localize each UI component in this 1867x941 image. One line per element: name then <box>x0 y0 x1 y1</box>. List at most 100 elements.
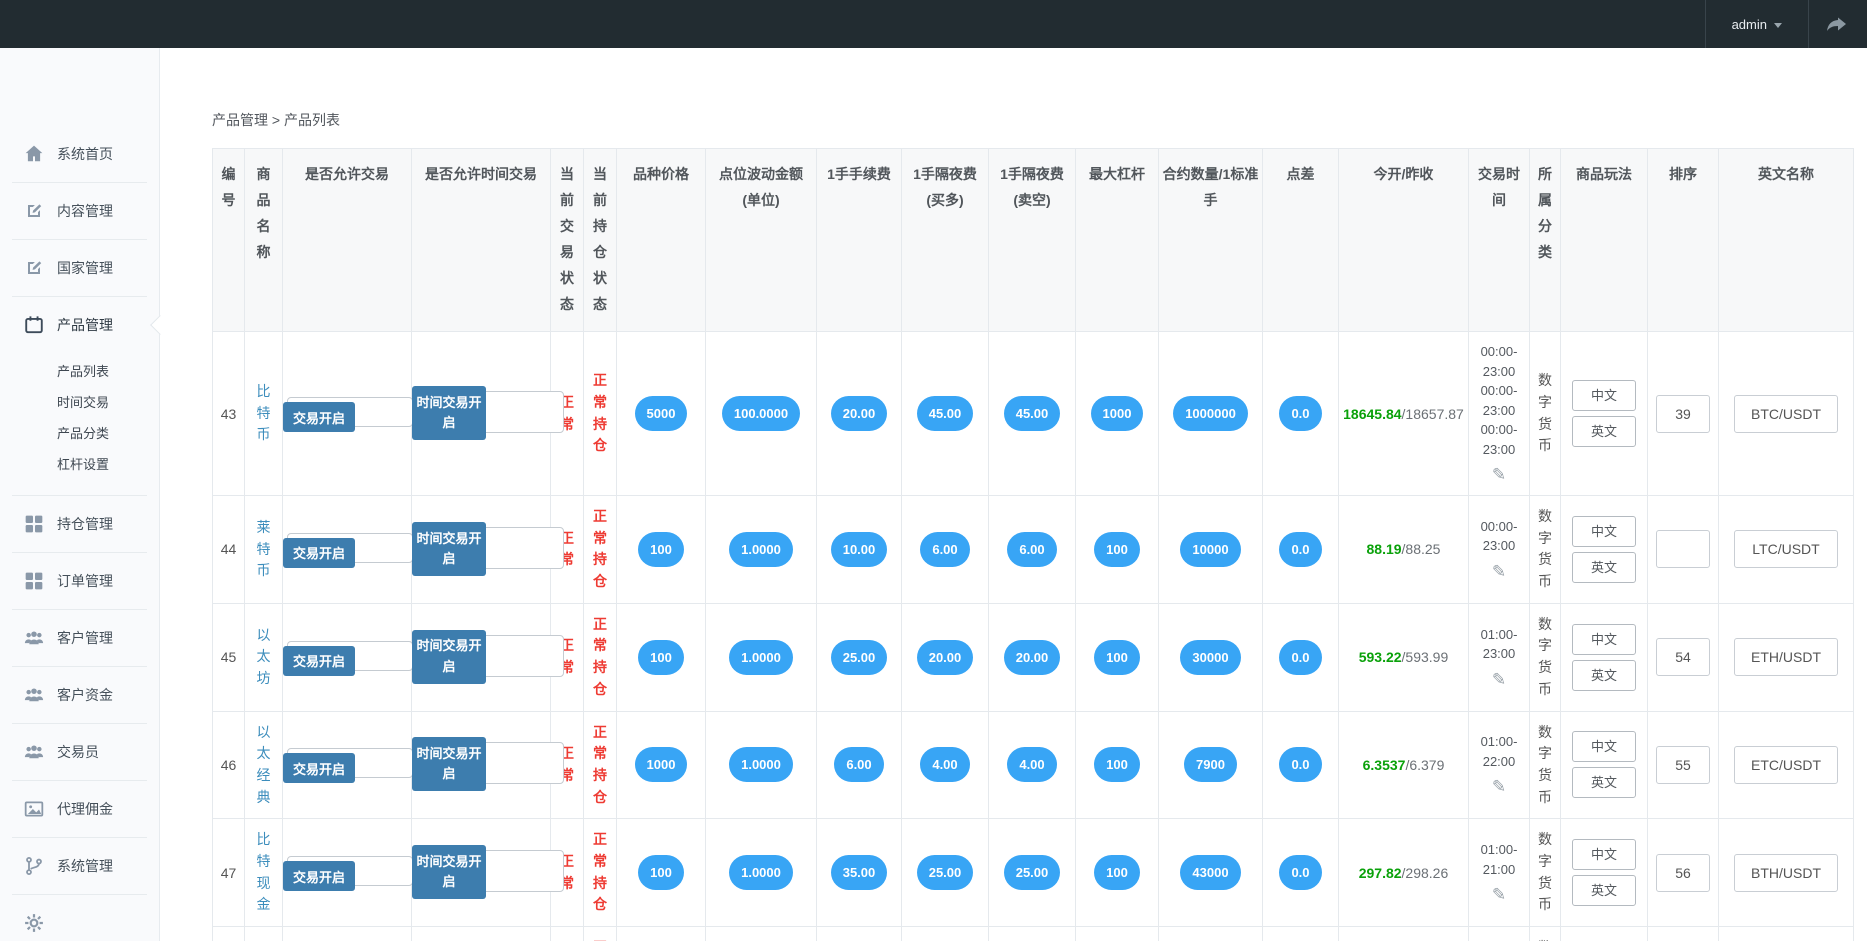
time-trade-toggle[interactable]: 时间交易开启 <box>416 850 564 892</box>
play-zh-button[interactable]: 中文 <box>1572 839 1636 870</box>
sort-input[interactable] <box>1656 638 1710 676</box>
sidebar-item-label: 代理佣金 <box>57 799 113 819</box>
en-name-input[interactable] <box>1734 395 1838 433</box>
sort-input[interactable] <box>1656 395 1710 433</box>
play-en-button[interactable]: 英文 <box>1572 416 1636 447</box>
cell-hold-status: 正常持仓 <box>584 927 617 941</box>
cell-trade-time: 01:00-22:00 ✎ <box>1469 711 1530 819</box>
cell-price: 1000 <box>617 927 706 941</box>
trade-toggle-label[interactable]: 交易开启 <box>283 402 355 432</box>
max-leverage-pill: 1000 <box>1091 396 1144 431</box>
cell-id: 44 <box>213 496 245 604</box>
product-name-link[interactable]: 比特现金 <box>256 829 271 916</box>
edit-time-icon[interactable]: ✎ <box>1473 562 1525 582</box>
cell-night-sell: 45.00 <box>989 332 1076 496</box>
edit-icon <box>24 201 44 221</box>
col-fee: 1手手续费 <box>817 149 902 332</box>
play-en-button[interactable]: 英文 <box>1572 767 1636 798</box>
sidebar-subitem-product-category[interactable]: 产品分类 <box>57 417 159 448</box>
time-trade-toggle[interactable]: 时间交易开启 <box>416 742 564 784</box>
cell-category: 数字货币 <box>1530 819 1561 927</box>
sidebar-item-customer-funds[interactable]: 客户资金 <box>0 667 159 723</box>
sort-input[interactable] <box>1656 854 1710 892</box>
cell-point: 1.0000 <box>706 819 817 927</box>
cell-price: 100 <box>617 603 706 711</box>
col-max-leverage: 最大杠杆 <box>1076 149 1159 332</box>
sidebar-subitem-time-trade[interactable]: 时间交易 <box>57 386 159 417</box>
en-name-input[interactable] <box>1734 854 1838 892</box>
edit-time-icon[interactable]: ✎ <box>1473 777 1525 797</box>
sidebar-item-label: 系统首页 <box>57 144 113 164</box>
time-trade-toggle-label[interactable]: 时间交易开启 <box>412 737 486 791</box>
trade-toggle-label[interactable]: 交易开启 <box>283 861 355 891</box>
logout-button[interactable] <box>1809 0 1867 48</box>
sidebar-item-system[interactable]: 系统管理 <box>0 838 159 894</box>
sidebar-item-orders[interactable]: 订单管理 <box>0 553 159 609</box>
time-trade-toggle[interactable]: 时间交易开启 <box>416 527 564 569</box>
time-trade-toggle-label[interactable]: 时间交易开启 <box>412 845 486 899</box>
en-name-input[interactable] <box>1734 746 1838 784</box>
spread-pill: 0.0 <box>1279 747 1321 782</box>
trade-toggle[interactable]: 交易开启 <box>287 856 413 886</box>
time-trade-toggle[interactable]: 时间交易开启 <box>416 391 564 433</box>
sidebar-item-traders[interactable]: 交易员 <box>0 724 159 780</box>
sidebar-item-customers[interactable]: 客户管理 <box>0 610 159 666</box>
trade-toggle-label[interactable]: 交易开启 <box>283 753 355 783</box>
cell-trade-toggle: 交易开启 <box>283 711 412 819</box>
cell-night-buy: 25.00 <box>902 819 989 927</box>
fee-pill: 10.00 <box>831 532 888 567</box>
time-trade-toggle-label[interactable]: 时间交易开启 <box>412 386 486 440</box>
en-name-input[interactable] <box>1734 530 1838 568</box>
cell-open-prev: 6.3537/6.379 <box>1339 711 1469 819</box>
trade-toggle-label[interactable]: 交易开启 <box>283 646 355 676</box>
cell-price: 100 <box>617 819 706 927</box>
cell-en-name <box>1719 332 1854 496</box>
en-name-input[interactable] <box>1734 638 1838 676</box>
user-menu[interactable]: admin <box>1705 0 1809 48</box>
time-trade-toggle-label[interactable]: 时间交易开启 <box>412 630 486 684</box>
product-name-link[interactable]: 以太经典 <box>256 722 271 809</box>
hold-status: 正常持仓 <box>593 614 608 701</box>
trade-toggle-label[interactable]: 交易开启 <box>283 538 355 568</box>
sidebar-subitem-leverage[interactable]: 杠杆设置 <box>57 448 159 479</box>
edit-time-icon[interactable]: ✎ <box>1473 885 1525 905</box>
trade-toggle[interactable]: 交易开启 <box>287 533 413 563</box>
play-en-button[interactable]: 英文 <box>1572 552 1636 583</box>
cell-night-buy: 45.00 <box>902 332 989 496</box>
col-price: 品种价格 <box>617 149 706 332</box>
category: 数字货币 <box>1538 722 1553 809</box>
trade-toggle[interactable]: 交易开启 <box>287 641 413 671</box>
sidebar-item-products[interactable]: 产品管理 <box>0 297 159 353</box>
trade-toggle[interactable]: 交易开启 <box>287 397 413 427</box>
col-name: 商品名称 <box>245 149 283 332</box>
sidebar-item-partial[interactable] <box>0 895 159 941</box>
trade-toggle[interactable]: 交易开启 <box>287 748 413 778</box>
sidebar-item-country[interactable]: 国家管理 <box>0 240 159 296</box>
prev-close: /18657.87 <box>1402 406 1464 422</box>
sort-input[interactable] <box>1656 530 1710 568</box>
point-amount-pill: 100.0000 <box>722 396 800 431</box>
play-zh-button[interactable]: 中文 <box>1572 624 1636 655</box>
time-trade-toggle-label[interactable]: 时间交易开启 <box>412 522 486 576</box>
sidebar-subitem-product-list[interactable]: 产品列表 <box>57 355 159 386</box>
product-name-link[interactable]: 以太坊 <box>256 625 271 690</box>
play-en-button[interactable]: 英文 <box>1572 660 1636 691</box>
col-allow-time-trade: 是否允许时间交易 <box>412 149 551 332</box>
edit-time-icon[interactable]: ✎ <box>1473 465 1525 485</box>
cell-hold-status: 正常持仓 <box>584 496 617 604</box>
hold-status: 正常持仓 <box>593 937 608 941</box>
cell-name: 以太经典 <box>245 711 283 819</box>
edit-time-icon[interactable]: ✎ <box>1473 670 1525 690</box>
sidebar-item-home[interactable]: 系统首页 <box>0 126 159 182</box>
play-zh-button[interactable]: 中文 <box>1572 516 1636 547</box>
sort-input[interactable] <box>1656 746 1710 784</box>
product-name-link[interactable]: 莱特币 <box>256 517 271 582</box>
play-zh-button[interactable]: 中文 <box>1572 731 1636 762</box>
time-trade-toggle[interactable]: 时间交易开启 <box>416 635 564 677</box>
sidebar-item-positions[interactable]: 持仓管理 <box>0 496 159 552</box>
play-en-button[interactable]: 英文 <box>1572 875 1636 906</box>
product-name-link[interactable]: 比特币 <box>256 381 271 446</box>
play-zh-button[interactable]: 中文 <box>1572 380 1636 411</box>
sidebar-item-content[interactable]: 内容管理 <box>0 183 159 239</box>
sidebar-item-agent-commission[interactable]: 代理佣金 <box>0 781 159 837</box>
